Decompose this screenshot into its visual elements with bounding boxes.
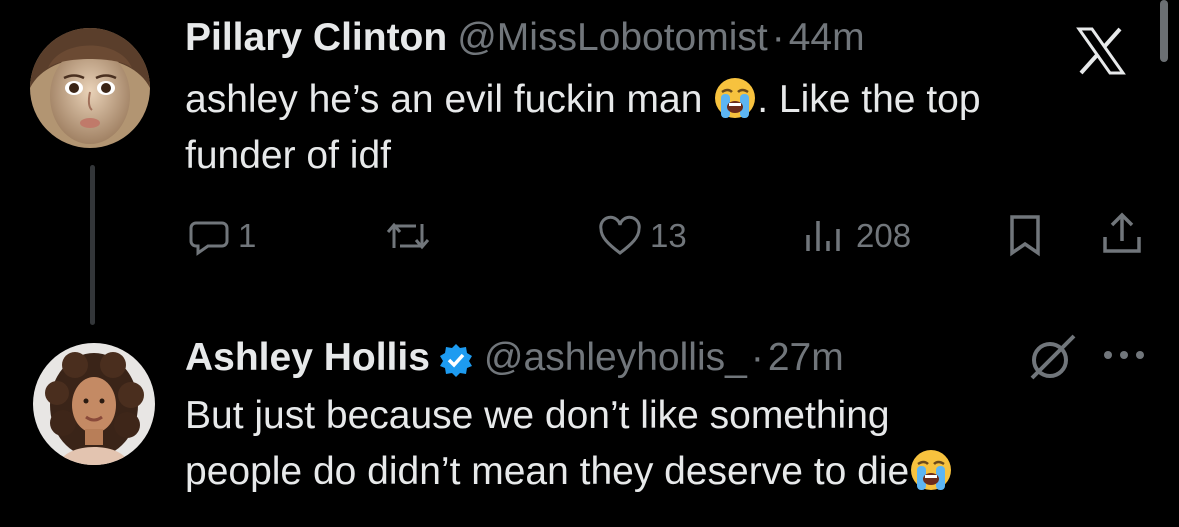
repost-button[interactable] xyxy=(385,215,439,257)
loudly-crying-face-icon xyxy=(909,448,953,492)
verified-badge-icon[interactable] xyxy=(438,342,474,378)
header-separator: · xyxy=(771,16,785,59)
like-count: 13 xyxy=(650,217,687,254)
tweet-text-line: But just because we don’t like something xyxy=(185,394,890,437)
tweet-text-line: people do didn’t mean they deserve to di… xyxy=(185,444,953,500)
tweet-header: Pillary Clinton @MissLobotomist · 44m xyxy=(185,16,865,60)
share-upload-icon xyxy=(1100,211,1144,257)
author-handle[interactable]: @MissLobotomist xyxy=(457,16,768,60)
tweet-text-line: ashley he’s an evil fuckin man . Like th… xyxy=(185,72,981,128)
ellipsis-icon[interactable] xyxy=(1100,345,1150,365)
tweet-text-segment: people do didn’t mean they deserve to di… xyxy=(185,450,910,493)
header-separator: · xyxy=(750,336,764,379)
author-name[interactable]: Ashley Hollis xyxy=(185,336,430,380)
avatar-pillary-clinton[interactable] xyxy=(30,28,150,148)
author-name[interactable]: Pillary Clinton xyxy=(185,16,447,60)
loudly-crying-face-icon xyxy=(713,76,757,120)
tweet-text-segment: ashley he’s an evil fuckin man xyxy=(185,78,714,121)
bar-chart-icon xyxy=(802,215,848,257)
tweet-header: Ashley Hollis @ashleyhollis_ · 27m xyxy=(185,336,844,380)
scrollbar[interactable] xyxy=(1160,0,1168,62)
tweet-timestamp[interactable]: 44m xyxy=(789,16,865,60)
reply-button[interactable]: 1 xyxy=(188,215,256,257)
heart-icon xyxy=(598,215,642,257)
tweet-text-line: funder of idf xyxy=(185,134,391,177)
slashed-circle-icon[interactable] xyxy=(1022,330,1082,386)
author-handle[interactable]: @ashleyhollis_ xyxy=(484,336,747,380)
speech-bubble-icon xyxy=(188,215,230,257)
bookmark-button[interactable] xyxy=(1005,213,1045,257)
avatar-ashley-hollis[interactable] xyxy=(33,343,155,465)
reply-count: 1 xyxy=(238,217,257,254)
repost-arrows-icon xyxy=(385,215,431,257)
share-button[interactable] xyxy=(1100,211,1144,257)
thread-connector-line xyxy=(90,165,95,325)
tweet-text: But just because we don’t like something… xyxy=(185,388,953,500)
views-button[interactable]: 208 xyxy=(802,215,911,257)
x-logo-icon[interactable] xyxy=(1075,26,1127,76)
tweet-timestamp[interactable]: 27m xyxy=(768,336,844,380)
like-button[interactable]: 13 xyxy=(598,215,687,257)
tweet-text: ashley he’s an evil fuckin man . Like th… xyxy=(185,72,981,184)
bookmark-icon xyxy=(1005,213,1045,257)
views-count: 208 xyxy=(856,217,912,254)
tweet-text-segment: . Like the top xyxy=(757,78,981,121)
